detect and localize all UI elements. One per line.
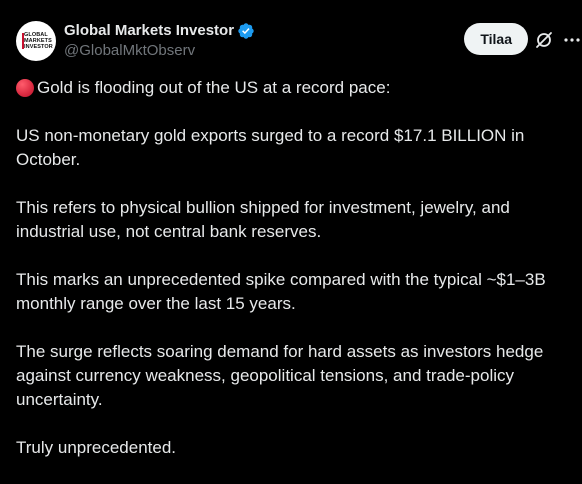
tweet-paragraph: This marks an unprecedented spike compar…: [16, 270, 546, 313]
avatar[interactable]: GLOBAL MARKETS INVESTOR: [16, 21, 56, 61]
avatar-logo-bar: [22, 33, 24, 49]
subscribe-button[interactable]: Tilaa: [464, 23, 528, 55]
tweet-header: GLOBAL MARKETS INVESTOR Global Markets I…: [16, 15, 582, 61]
tweet-paragraph: This refers to physical bullion shipped …: [16, 198, 510, 241]
tweet-paragraph: US non-monetary gold exports surged to a…: [16, 126, 525, 169]
verified-badge-icon: [237, 22, 255, 40]
red-circle-icon: [16, 79, 34, 97]
tweet-paragraph: Truly unprecedented.: [16, 438, 177, 457]
display-name[interactable]: Global Markets Investor: [64, 21, 234, 41]
tweet-paragraph: Gold is flooding out of the US at a reco…: [16, 76, 576, 100]
author-names: Global Markets Investor @GlobalMktObserv: [64, 21, 255, 61]
more-icon[interactable]: [562, 30, 582, 50]
tweet-paragraph: The surge reflects soaring demand for ha…: [16, 342, 544, 409]
tweet: GLOBAL MARKETS INVESTOR Global Markets I…: [0, 0, 582, 457]
tweet-text: Gold is flooding out of the US at a reco…: [16, 76, 576, 484]
avatar-logo-text: GLOBAL MARKETS INVESTOR: [24, 32, 53, 50]
author-handle[interactable]: @GlobalMktObserv: [64, 41, 255, 61]
display-name-row: Global Markets Investor: [64, 21, 255, 41]
tweet-paragraph-text: Gold is flooding out of the US at a reco…: [37, 78, 391, 97]
grok-icon[interactable]: [534, 30, 554, 50]
